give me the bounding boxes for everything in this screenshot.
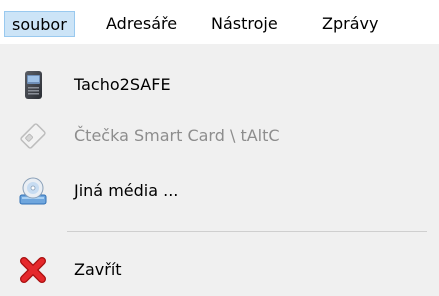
menu-item-close[interactable]: Zavřít xyxy=(0,245,439,295)
menu-item-label: Zavřít xyxy=(74,260,122,279)
red-x-close-icon xyxy=(18,254,48,286)
disc-drive-icon xyxy=(18,175,48,207)
menu-item-label: Jiná média ... xyxy=(74,181,179,200)
menu-item-label: Tacho2SAFE xyxy=(74,75,171,94)
menu-zpravy[interactable]: Zprávy xyxy=(322,11,378,37)
menu-separator xyxy=(67,231,427,232)
menu-item-label: Čtečka Smart Card \ tAltC xyxy=(74,126,280,145)
menu-item-smart-card-reader[interactable]: Čtečka Smart Card \ tAltC xyxy=(0,111,439,161)
menu-soubor[interactable]: soubor xyxy=(4,11,75,37)
menu-nastroje[interactable]: Nástroje xyxy=(211,11,278,37)
smart-card-icon xyxy=(18,120,48,152)
menu-bar: soubor Adresáře Nástroje Zprávy xyxy=(0,0,439,44)
menu-item-tacho2safe[interactable]: Tacho2SAFE xyxy=(0,60,439,110)
menu-adresare[interactable]: Adresáře xyxy=(106,11,177,37)
menu-item-other-media[interactable]: Jiná média ... xyxy=(0,166,439,216)
card-reader-device-icon xyxy=(18,69,48,101)
